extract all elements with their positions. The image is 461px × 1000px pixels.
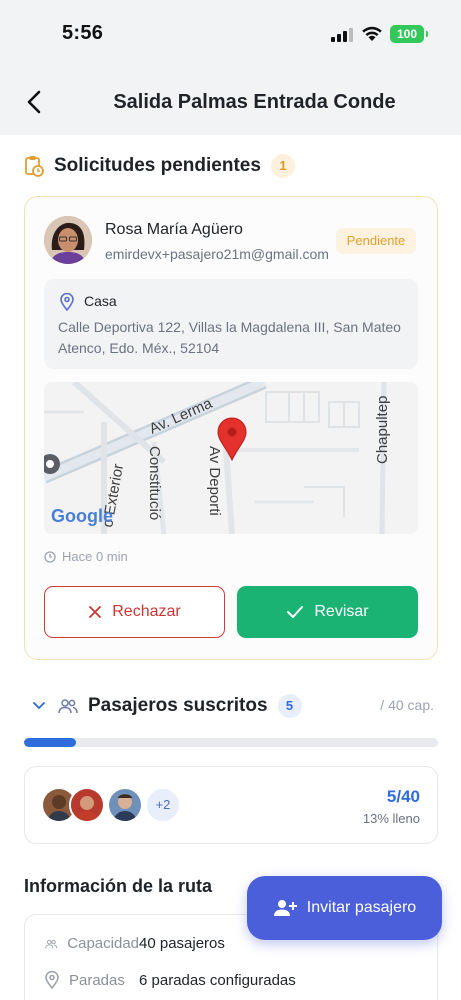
battery-indicator: 100 — [390, 25, 428, 43]
fill-percent: 13% lleno — [362, 811, 420, 826]
info-row-stops: Paradas 6 paradas configuradas — [45, 971, 296, 989]
location-map[interactable]: Av. Lerma Av Deporti Constitució o Exter… — [44, 382, 418, 534]
location-pin-icon — [60, 293, 74, 311]
add-user-icon — [273, 900, 297, 916]
passengers-count-badge: 5 — [277, 694, 302, 718]
request-card: Rosa María Agüero emirdevx+pasajero21m@g… — [24, 196, 438, 660]
people-icon — [58, 699, 78, 714]
passengers-section-header[interactable]: Pasajeros suscritos 5 — [24, 694, 302, 718]
info-value: 6 paradas configuradas — [139, 971, 296, 989]
info-row-capacity: Capacidad 40 pasajeros — [45, 935, 225, 952]
passengers-title: Pasajeros suscritos — [88, 695, 268, 716]
review-label: Revisar — [314, 603, 369, 620]
map-label-constitucion: Constitució — [146, 446, 163, 520]
review-button[interactable]: Revisar — [237, 586, 418, 638]
passengers-card[interactable]: +2 5/40 13% lleno — [24, 766, 438, 844]
pin-icon — [45, 971, 59, 989]
avatar — [107, 787, 143, 823]
pending-section-header: Solicitudes pendientes 1 — [24, 154, 295, 178]
invite-label: Invitar pasajero — [306, 899, 417, 916]
elapsed-time: Hace 0 min — [44, 549, 128, 564]
capacity-progress-fill — [24, 738, 76, 747]
capacity-label: / 40 cap. — [380, 697, 434, 713]
nav-bar: Salida Palmas Entrada Conde — [0, 70, 461, 135]
people-icon — [45, 939, 58, 948]
chevron-down-icon[interactable] — [32, 701, 46, 711]
route-info-title: Información de la ruta — [24, 876, 213, 896]
info-key-label: Paradas — [69, 971, 125, 989]
close-icon — [89, 606, 102, 618]
requester-email: emirdevx+pasajero21m@gmail.com — [105, 246, 329, 262]
pending-count-badge: 1 — [270, 154, 295, 178]
google-logo: Google — [51, 506, 113, 526]
invite-passenger-button[interactable]: Invitar pasajero — [247, 876, 442, 940]
address-label: Casa — [84, 293, 117, 309]
address-text: Calle Deportiva 122, Villas la Magdalena… — [58, 319, 401, 356]
reject-label: Rechazar — [112, 603, 181, 620]
info-value: 40 pasajeros — [139, 935, 225, 952]
more-passengers-badge: +2 — [145, 787, 181, 823]
signal-icon — [331, 28, 353, 42]
clipboard-clock-icon — [25, 156, 44, 177]
pending-title: Solicitudes pendientes — [54, 155, 261, 176]
elapsed-text: Hace 0 min — [62, 549, 128, 564]
address-box: Casa Calle Deportiva 122, Villas la Magd… — [44, 279, 418, 369]
map-label-deportiva: Av Deporti — [206, 446, 223, 516]
avatar — [69, 787, 105, 823]
status-badge: Pendiente — [336, 228, 416, 254]
status-bar: 5:56 100 — [0, 0, 461, 70]
capacity-progress — [24, 738, 438, 747]
info-key-label: Capacidad — [67, 935, 139, 952]
page-title: Salida Palmas Entrada Conde — [113, 91, 396, 113]
avatar — [44, 216, 92, 264]
clock: 5:56 — [62, 22, 104, 44]
fill-ratio: 5/40 — [386, 787, 420, 806]
reject-button[interactable]: Rechazar — [44, 586, 225, 638]
map-label-chapultepec: Chapultep — [374, 396, 391, 464]
check-icon — [287, 606, 304, 618]
wifi-icon — [362, 26, 382, 41]
clock-icon — [44, 550, 56, 563]
requester-name: Rosa María Agüero — [105, 221, 243, 238]
